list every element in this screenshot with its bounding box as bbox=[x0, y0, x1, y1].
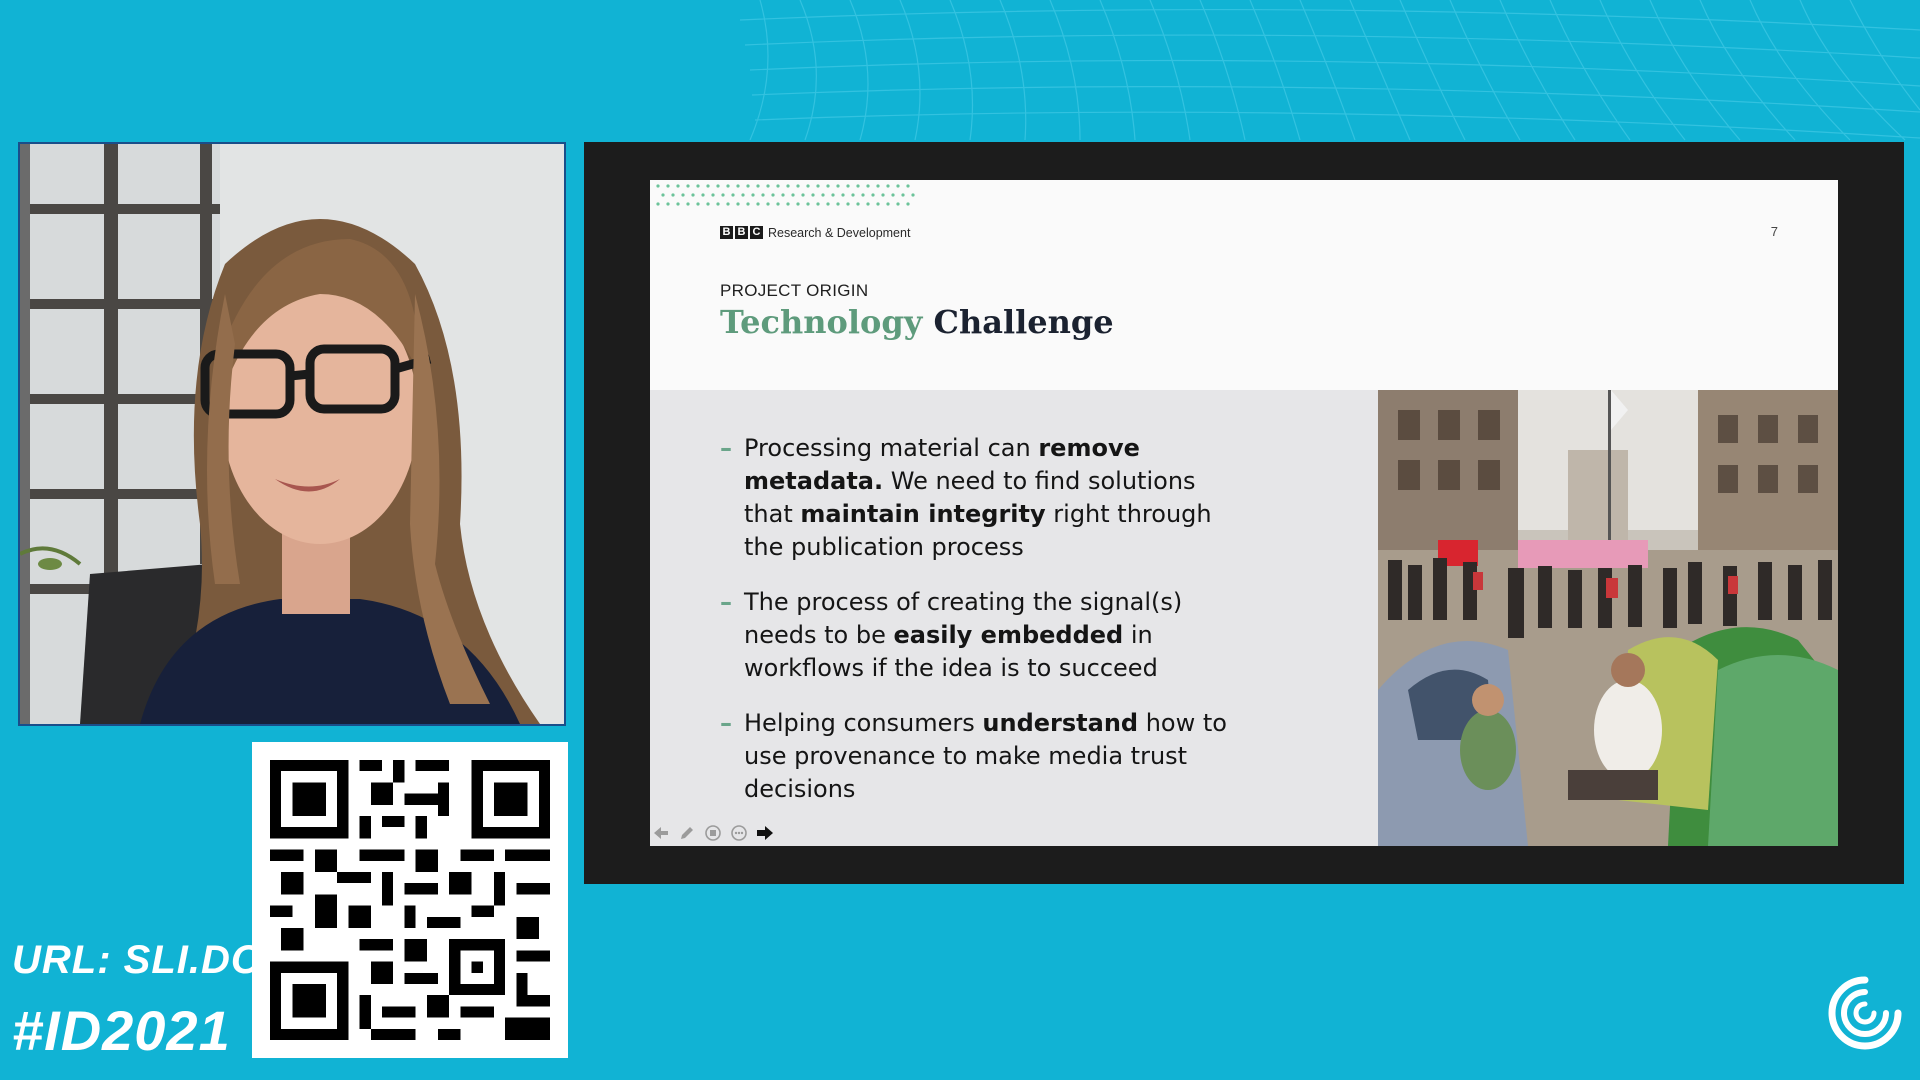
qr-code[interactable] bbox=[252, 742, 568, 1058]
presentation-slide: B B C Research & Development 7 PROJECT O… bbox=[650, 180, 1838, 846]
slido-url: URL: SLI.DO bbox=[12, 938, 263, 982]
slide-header: B B C Research & Development 7 PROJECT O… bbox=[650, 180, 1838, 390]
slides-icon[interactable] bbox=[702, 822, 724, 844]
slide-page-number: 7 bbox=[1770, 224, 1778, 239]
dot-pattern-icon bbox=[656, 184, 915, 206]
swirl-logo-icon bbox=[1828, 976, 1902, 1050]
slide-title-highlight: Technology bbox=[720, 303, 923, 341]
speaker-webcam bbox=[18, 142, 566, 726]
bbc-logo-block: B bbox=[720, 226, 733, 239]
qr-code-icon bbox=[270, 760, 550, 1040]
speaker-video-icon bbox=[20, 144, 564, 724]
pen-icon[interactable] bbox=[676, 822, 698, 844]
next-icon[interactable] bbox=[754, 822, 776, 844]
bullet-item: Processing material can remove metadata.… bbox=[720, 432, 1240, 564]
presenter-toolbar bbox=[650, 822, 776, 844]
bullet-emphasis: understand bbox=[982, 709, 1139, 737]
more-icon[interactable] bbox=[728, 822, 750, 844]
event-hashtag: #ID2021 bbox=[12, 999, 231, 1062]
bullet-emphasis: easily embedded bbox=[893, 621, 1124, 649]
bullet-item: The process of creating the signal(s) ne… bbox=[720, 586, 1240, 685]
slide-title: Technology Challenge bbox=[720, 302, 1114, 342]
bullet-text: Helping consumers bbox=[744, 709, 983, 737]
bbc-logo-block: B bbox=[735, 226, 748, 239]
bullet-item: Helping consumers understand how to use … bbox=[720, 707, 1240, 806]
street-protest-photo bbox=[1378, 390, 1838, 846]
slide-title-main: Challenge bbox=[933, 303, 1114, 341]
bbc-logo-block: C bbox=[750, 226, 763, 239]
slide-bullet-list: Processing material can remove metadata.… bbox=[720, 432, 1240, 828]
bbc-logo: B B C bbox=[720, 226, 763, 239]
previous-icon[interactable] bbox=[650, 822, 672, 844]
bullet-text: Processing material can bbox=[744, 434, 1039, 462]
slide-kicker: PROJECT ORIGIN bbox=[720, 281, 869, 300]
bullet-emphasis: maintain integrity bbox=[800, 500, 1046, 528]
org-department: Research & Development bbox=[768, 226, 911, 240]
